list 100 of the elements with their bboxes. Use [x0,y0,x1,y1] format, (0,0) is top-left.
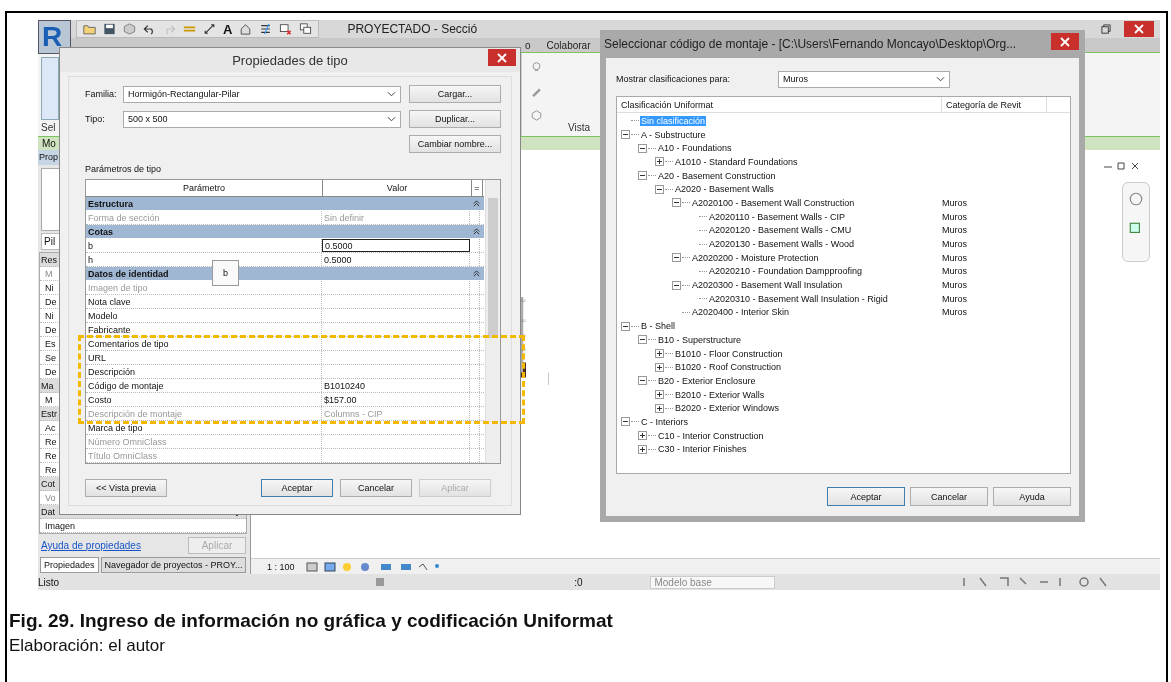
chevron-down-icon[interactable] [936,76,945,82]
tree-item[interactable]: A20 - Basement Construction [657,170,777,181]
dialog-button[interactable]: Cancelar [340,479,412,497]
family-dropdown[interactable]: Hormigón-Rectangular-Pilar [123,85,401,103]
close-icon[interactable] [1124,21,1154,37]
minus-box-icon[interactable] [655,184,664,194]
minus-box-icon[interactable] [621,130,630,140]
minus-box-icon[interactable] [638,376,647,386]
parameter-value[interactable]: 0.5000 [322,253,470,266]
minus-box-icon[interactable] [672,280,681,290]
minus-box-icon[interactable] [638,143,647,153]
category-dropdown[interactable]: Muros [778,70,950,88]
category-text: Muros [942,266,967,277]
tree-item[interactable]: B1020 - Roof Construction [674,362,783,373]
save-icon[interactable] [103,23,116,35]
duplicate-button[interactable]: Duplicar... [409,110,501,128]
column-header[interactable]: Categoría de Revit [942,97,1047,112]
dialog-button[interactable]: Ayuda [993,487,1071,506]
tree-item[interactable]: A2020130 - Basement Walls - Wood [708,239,856,250]
tree-item[interactable]: C30 - Interior Finishes [657,444,748,455]
tree-item[interactable]: A2020100 - Basement Wall Construction [691,197,856,208]
load-button[interactable]: Cargar... [409,85,501,103]
selection-filter-icons[interactable] [960,576,1110,588]
collapse-chevrons-icon[interactable] [473,200,480,207]
column-header[interactable]: = [472,180,483,196]
collapse-chevrons-icon[interactable] [473,270,480,277]
close-icon[interactable] [1051,33,1079,50]
parameter-name: Fabricante [86,323,322,336]
minus-box-icon[interactable] [621,417,630,427]
preview-button[interactable]: << Vista previa [85,479,167,497]
parameter-value[interactable]: $157.00 [322,393,470,406]
minus-box-icon[interactable] [672,198,681,208]
tree-item[interactable]: B2020 - Exterior Windows [674,403,781,414]
restore-icon[interactable] [1101,23,1112,35]
tree-item[interactable]: A2020300 - Basement Wall Insulation [691,280,844,291]
tree-item[interactable]: A2020110 - Basement Walls - CIP [708,211,847,222]
tree-item[interactable]: A10 - Foundations [657,143,733,154]
plus-box-icon[interactable] [638,444,647,454]
scale-label[interactable]: 1 : 100 [267,561,295,572]
panel-tab[interactable]: Navegador de proyectos - PROY... [100,557,247,573]
tree-item[interactable]: A2020200 - Moisture Protection [691,252,820,263]
tree-item[interactable]: B10 - Superstructure [657,334,743,345]
dialog-button[interactable]: Cancelar [910,487,988,506]
tree-item[interactable]: A2020 - Basement Walls [674,184,775,195]
minus-box-icon[interactable] [638,171,647,181]
minus-box-icon[interactable] [621,321,630,331]
tree-item[interactable]: B2010 - Exterior Walls [674,389,766,400]
chevron-down-icon[interactable] [387,116,396,122]
tree-item[interactable]: A1010 - Standard Foundations [674,156,799,167]
application-menu-button[interactable]: R [38,20,71,54]
column-header[interactable]: Clasificación Uniformat [617,97,942,112]
minus-box-icon[interactable] [638,335,647,345]
ribbon-tab[interactable]: o [525,39,531,51]
ribbon-tab[interactable]: Colaborar [546,39,591,51]
minus-box-icon[interactable] [672,253,681,263]
open-folder-icon[interactable] [83,23,96,35]
tree-item[interactable]: A2020120 - Basement Walls - CMU [708,225,853,236]
plus-box-icon[interactable] [655,157,664,167]
scrollbar[interactable] [485,180,500,463]
dialog-button[interactable]: Aceptar [261,479,333,497]
undo-icon[interactable] [143,23,156,35]
tree-item[interactable]: B - Shell [640,321,676,332]
context-tab[interactable]: Mo [42,138,56,149]
plus-box-icon[interactable] [655,362,664,372]
tree-item[interactable]: A - Substructure [640,129,707,140]
panel-tab[interactable]: Propiedades [40,557,99,573]
column-header[interactable]: Parámetro [86,180,323,196]
model-field[interactable]: Modelo base [650,575,776,589]
tree-item[interactable]: B1010 - Floor Construction [674,348,784,359]
close-icon[interactable] [488,49,516,66]
tree-item[interactable]: B20 - Exterior Enclosure [657,375,757,386]
measure-icon[interactable] [203,23,216,35]
parameter-name: Número OmniClass [86,435,322,448]
group-header[interactable]: Cotas [86,225,484,239]
parameter-value[interactable]: B1010240 [322,379,470,392]
house-icon[interactable] [239,23,253,35]
text-tool-button[interactable]: A [223,22,233,36]
property-name: Ac [45,422,56,433]
plus-box-icon[interactable] [655,349,664,359]
parameter-value[interactable]: 0.5000 [322,239,470,252]
dialog-button[interactable]: Aceptar [827,487,905,506]
plus-box-icon[interactable] [655,390,664,400]
rename-button[interactable]: Cambiar nombre... [409,135,501,153]
collapse-chevrons-icon[interactable] [473,228,480,235]
tree-item[interactable]: C - Interiors [640,416,689,427]
tree-item[interactable]: A2020310 - Basement Wall Insulation - Rigid [708,293,889,304]
windows-icon[interactable] [299,23,313,35]
type-dropdown[interactable]: 500 x 500 [123,110,401,128]
group-header[interactable]: Estructura [86,197,484,211]
tree-item[interactable]: A2020210 - Foundation Dampproofing [708,266,864,277]
tree-item[interactable]: A2020400 - Interior Skin [691,307,791,318]
help-link[interactable]: Ayuda de propiedades [41,540,141,551]
wheel-icon[interactable] [1128,191,1144,207]
plus-box-icon[interactable] [655,403,664,413]
plus-box-icon[interactable] [638,431,647,441]
tree-item[interactable]: C10 - Interior Construction [657,430,765,441]
close-windows-icon[interactable] [279,23,293,35]
list-icon[interactable] [259,23,273,35]
column-header[interactable]: Valor [323,180,472,196]
chevron-down-icon[interactable] [387,91,396,97]
